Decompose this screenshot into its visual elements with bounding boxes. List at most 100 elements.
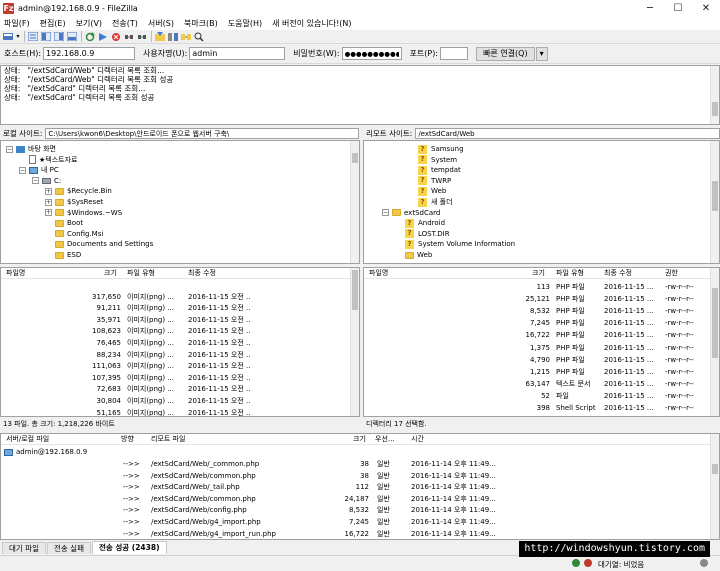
directory-listing-filters-icon[interactable] (154, 31, 166, 42)
tree-node[interactable]: Documents and Settings (45, 239, 153, 249)
collapse-icon[interactable]: − (6, 145, 13, 153)
file-row[interactable]: Screenshot_201...35,971이미지(png) ...2016-… (1, 315, 351, 327)
file-row[interactable]: Screenshot_201...76,465이미지(png) ...2016-… (1, 338, 351, 350)
local-file-list[interactable]: 파일명 크기 파일 유형 최종 수정 ..Screenshot_201...31… (0, 267, 360, 417)
toggle-queue-icon[interactable] (66, 31, 78, 42)
collapse-icon[interactable]: − (32, 177, 39, 185)
collapse-icon[interactable]: − (19, 166, 26, 174)
menu-item[interactable]: 전송(T) (112, 18, 138, 29)
tree-node[interactable]: + $Recycle.Bin (45, 186, 112, 196)
remote-path-input[interactable]: /extSdCard/Web (415, 127, 720, 139)
file-row[interactable]: common.php25,121PHP 파일2016-11-15 ...-rw-… (364, 294, 711, 306)
tree-node[interactable]: ? LOST.DIR (395, 229, 450, 239)
username-input[interactable] (189, 47, 286, 60)
tree-node[interactable]: Web (395, 250, 432, 260)
file-row[interactable]: config.php8,532PHP 파일2016-11-15 ...-rw-r… (364, 306, 711, 318)
file-row[interactable]: Screenshot_201...108,623이미지(png) ...2016… (1, 326, 351, 338)
tree-node[interactable]: − extSdCard (382, 208, 440, 218)
port-input[interactable] (440, 47, 469, 60)
tab-successful-transfers[interactable]: 전송 성공 (2438) (91, 541, 167, 554)
column-header-size[interactable]: 크기 (532, 268, 545, 279)
tree-node[interactable]: + $Windows.~WS (45, 208, 122, 218)
scrollbar-thumb[interactable] (712, 181, 718, 211)
local-directory-tree[interactable]: − 바탕 화면 ★텍스트자료 − 내 PC − C: + $Recycle.Bin + $SysRe… (0, 140, 360, 264)
tree-node[interactable]: ? Samsung (408, 144, 464, 154)
column-header-permissions[interactable]: 권한 (665, 268, 678, 279)
close-icon[interactable]: ✕ (692, 0, 720, 16)
toggle-local-tree-icon[interactable] (40, 31, 52, 42)
transfer-queue[interactable]: 서버/로컬 파일 방향 리모트 파일 크기 우선... 시간 admin@192… (0, 433, 720, 540)
menu-item[interactable]: 북마크(B) (184, 18, 218, 29)
reconnect-icon[interactable] (136, 31, 148, 42)
minimize-icon[interactable]: ─ (636, 0, 664, 16)
menu-item[interactable]: 새 버전이 있습니다!(N) (272, 18, 351, 29)
disconnect-icon[interactable] (123, 31, 135, 42)
column-header-time[interactable]: 시간 (411, 434, 424, 445)
column-header-server-local[interactable]: 서버/로컬 파일 (6, 434, 49, 445)
refresh-icon[interactable] (84, 31, 96, 42)
file-row[interactable]: Screenshot_201...72,683이미지(png) ...2016-… (1, 384, 351, 396)
column-header-filename[interactable]: 파일명 (369, 268, 388, 279)
tree-node[interactable]: − C: (32, 176, 61, 186)
file-row[interactable]: index.php1,215PHP 파일2016-11-15 ...-rw-r-… (364, 367, 711, 379)
remote-file-list[interactable]: 파일명 크기 파일 유형 최종 수정 권한 _tail.php113PHP 파일… (363, 267, 720, 417)
scrollbar-thumb[interactable] (352, 270, 358, 310)
tree-node[interactable]: ? TWRP (408, 176, 451, 186)
menu-item[interactable]: 서버(S) (148, 18, 174, 29)
expand-icon[interactable]: + (45, 187, 52, 195)
toggle-message-log-icon[interactable] (27, 31, 39, 42)
remote-directory-tree[interactable]: ? Samsung? System? tempdat? TWRP? Web? 새 폴더 − ex… (363, 140, 720, 264)
column-header-type[interactable]: 파일 유형 (556, 268, 584, 279)
queue-row[interactable]: E:\★다운로드 파일\gnu...-->>/extSdCard/Web/g4_… (1, 517, 711, 529)
quickconnect-button[interactable]: 빠른 연결(Q) (476, 46, 535, 61)
file-row[interactable]: Screenshot_201...30,804이미지(png) ...2016-… (1, 396, 351, 408)
file-row[interactable]: g4_import_run.php16,722PHP 파일2016-11-15 … (364, 330, 711, 342)
column-header-direction[interactable]: 방향 (121, 434, 134, 445)
menu-item[interactable]: 도움말(H) (228, 18, 262, 29)
column-header-size[interactable]: 크기 (353, 434, 366, 445)
maximize-icon[interactable]: ☐ (664, 0, 692, 16)
column-header-priority[interactable]: 우선... (375, 434, 395, 445)
remote-files-scrollbar[interactable] (710, 268, 719, 416)
file-row[interactable]: Screenshot_201...111,063이미지(png) ...2016… (1, 361, 351, 373)
column-header-type[interactable]: 파일 유형 (127, 268, 155, 279)
scrollbar-thumb[interactable] (712, 102, 718, 116)
expand-icon[interactable]: + (45, 209, 52, 217)
queue-row[interactable]: E:\★다운로드 파일\gnu...-->>/extSdCard/Web/_ta… (1, 482, 711, 494)
queue-row[interactable]: E:\★다운로드 파일\gnu...-->>/extSdCard/Web/con… (1, 505, 711, 517)
column-header-size[interactable]: 크기 (104, 268, 117, 279)
toggle-comparison-icon[interactable] (167, 31, 179, 42)
tree-node[interactable]: ? Android (395, 218, 445, 228)
queue-server-row[interactable]: admin@192.168.0.9 (1, 447, 711, 459)
queue-row[interactable]: E:\★다운로드 파일\gnu...-->>/extSdCard/Web/g4_… (1, 529, 711, 541)
column-header-filename[interactable]: 파일명 (6, 268, 25, 279)
queue-row[interactable]: E:\★다운로드 파일\gnu...-->>/extSdCard/Web/com… (1, 494, 711, 506)
search-remote-files-icon[interactable] (193, 31, 205, 42)
local-path-input[interactable]: C:\Users\kwon6\Desktop\안드로이드 폰으로 웹서버 구축\ (45, 127, 359, 139)
file-row[interactable]: perms.sh398Shell Script2016-11-15 ...-rw… (364, 403, 711, 415)
tree-node[interactable]: ? System (408, 155, 457, 165)
menu-item[interactable]: 파일(F) (4, 18, 30, 29)
file-row[interactable]: _tail.php113PHP 파일2016-11-15 ...-rw-r--r… (364, 282, 711, 294)
dropdown-arrow-icon[interactable]: ▾ (15, 31, 21, 42)
collapse-icon[interactable]: − (382, 209, 389, 217)
column-header-modified[interactable]: 최종 수정 (188, 268, 216, 279)
synchronized-browsing-icon[interactable] (180, 31, 192, 42)
file-row[interactable]: Screenshot_201...317,650이미지(png) ...2016… (1, 292, 351, 304)
file-row[interactable]: head.php1,375PHP 파일2016-11-15 ...-rw-r--… (364, 343, 711, 355)
file-row[interactable]: Screenshot_201...88,234이미지(png) ...2016-… (1, 350, 351, 362)
tree-node[interactable]: ? 새 폴더 (408, 197, 453, 207)
tab-failed-transfers[interactable]: 전송 실패 (46, 542, 91, 554)
file-row[interactable]: Screenshot_201...51,165이미지(png) ...2016-… (1, 408, 351, 416)
password-input[interactable] (341, 47, 402, 60)
cancel-operation-icon[interactable] (110, 31, 122, 42)
file-row[interactable]: LICENSE.txt63,147텍스트 문서2016-11-15 ...-rw… (364, 379, 711, 391)
file-row[interactable]: .. (1, 280, 351, 292)
tree-node[interactable]: + $SysReset (45, 197, 103, 207)
message-log-scrollbar[interactable] (710, 66, 719, 124)
tree-node[interactable]: ? tempdat (408, 165, 461, 175)
tab-queued-files[interactable]: 대기 파일 (2, 542, 46, 554)
file-row[interactable]: Screenshot_201...107,395이미지(png) ...2016… (1, 373, 351, 385)
column-header-remote-file[interactable]: 리모트 파일 (151, 434, 185, 445)
queue-scrollbar[interactable] (710, 434, 719, 539)
